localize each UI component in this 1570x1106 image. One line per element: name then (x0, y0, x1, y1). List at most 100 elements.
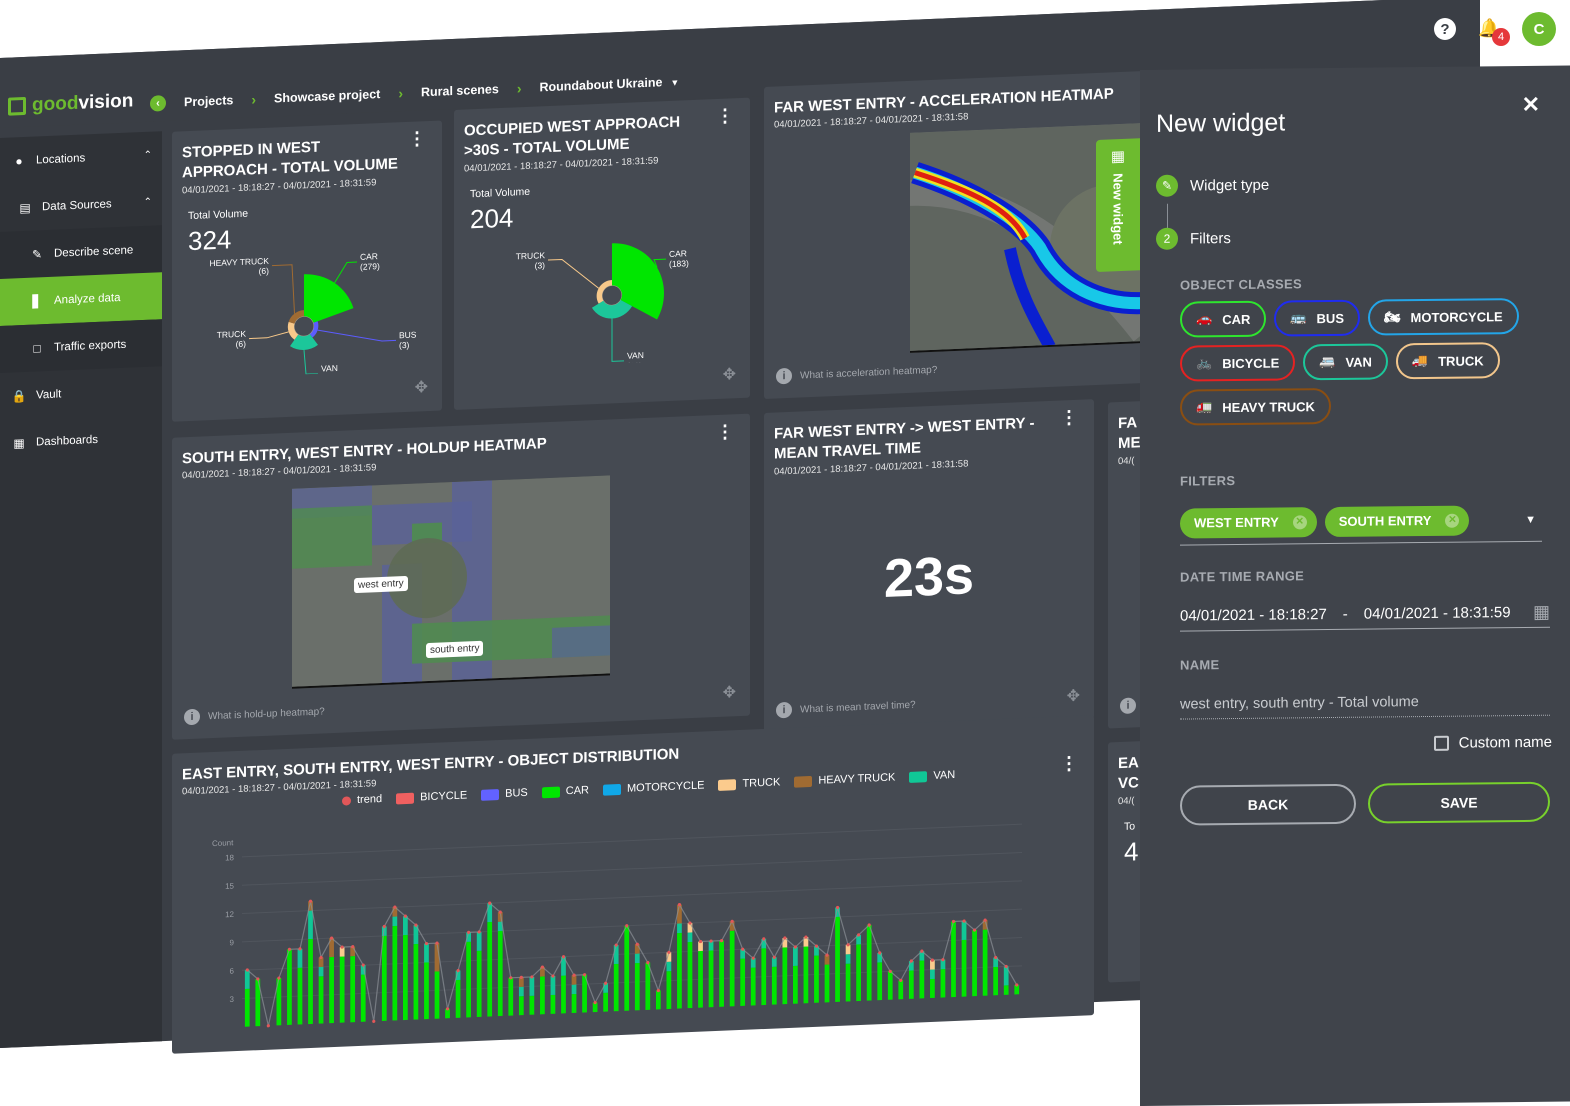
bar-segment-car[interactable] (287, 949, 292, 1025)
move-handle-icon[interactable]: ✥ (1067, 686, 1080, 707)
bar-segment-van[interactable] (845, 954, 851, 964)
holdup-heatmap-help[interactable]: i What is hold-up heatmap? (184, 703, 325, 726)
bar-segment-car[interactable] (424, 962, 429, 1020)
back-button[interactable]: BACK (1180, 783, 1356, 826)
bar-segment-car[interactable] (244, 988, 250, 1027)
legend-item-trend[interactable]: trend (342, 793, 382, 807)
bar-segment-car[interactable] (677, 932, 682, 1009)
more-options-icon[interactable]: ⋮ (716, 421, 734, 442)
bar-segment-car[interactable] (434, 971, 440, 1019)
back-chevron-icon[interactable]: ‹ (150, 95, 166, 112)
trend-point[interactable] (266, 1024, 270, 1028)
bar-segment-car[interactable] (908, 970, 914, 999)
bar-segment-van[interactable] (392, 916, 398, 927)
bar-segment-van[interactable] (403, 916, 408, 936)
bar-segment-car[interactable] (856, 944, 861, 1002)
bar-segment-car[interactable] (666, 971, 672, 1010)
step-filters[interactable]: 2 Filters (1156, 227, 1231, 250)
notifications-button[interactable]: 🔔 4 (1478, 18, 1510, 46)
bar-segment-car[interactable] (687, 941, 693, 1009)
bar-segment-van[interactable] (308, 910, 313, 940)
date-time-range-input[interactable]: 04/01/2021 - 18:18:27 - 04/01/2021 - 18:… (1180, 597, 1550, 632)
object-class-chip-van[interactable]: 🚐 VAN (1303, 343, 1388, 381)
filter-chip-west-entry[interactable]: WEST ENTRY ✕ (1180, 506, 1317, 539)
bar-segment-car[interactable] (824, 964, 830, 1003)
bar-segment-car[interactable] (497, 930, 503, 1017)
bar-segment-car[interactable] (645, 962, 651, 1010)
step-widget-type[interactable]: ✎ Widget type (1156, 174, 1269, 197)
bar-segment-van[interactable] (687, 932, 693, 943)
object-class-chip-motorcycle[interactable]: 🏍 MOTORCYCLE (1368, 298, 1519, 336)
object-class-chip-truck[interactable]: 🚚 TRUCK (1395, 342, 1500, 380)
bar-segment-car[interactable] (845, 963, 851, 1002)
custom-name-checkbox[interactable]: Custom name (1433, 734, 1552, 752)
bar-segment-car[interactable] (329, 956, 334, 1024)
legend-item-bicycle[interactable]: BICYCLE (396, 789, 467, 804)
bar-segment-car[interactable] (708, 950, 714, 1008)
pie-slice-bus[interactable] (309, 321, 319, 338)
bar-segment-car[interactable] (719, 940, 724, 1007)
legend-item-van[interactable]: VAN (909, 769, 955, 783)
checkbox-icon[interactable] (1433, 735, 1449, 751)
bar-segment-car[interactable] (993, 966, 999, 996)
bar-segment-car[interactable] (360, 974, 366, 1022)
bar-segment-van[interactable] (424, 943, 429, 963)
bar-segment-car[interactable] (466, 941, 471, 1018)
bar-segment-van[interactable] (318, 966, 324, 977)
bar-segment-car[interactable] (814, 955, 819, 1003)
bar-segment-van[interactable] (677, 923, 682, 934)
move-handle-icon[interactable]: ✥ (415, 377, 428, 398)
bar-segment-car[interactable] (476, 950, 482, 1018)
bar-segment-car[interactable] (729, 930, 735, 1007)
bar-segment-car[interactable] (835, 916, 840, 1002)
bar-segment-car[interactable] (930, 978, 935, 999)
info-icon[interactable]: i (1120, 697, 1136, 715)
bar-segment-car[interactable] (487, 921, 493, 1017)
bar-segment-car[interactable] (318, 976, 324, 1024)
save-button[interactable]: SAVE (1368, 781, 1550, 824)
sidebar-item-traffic-exports[interactable]: □ Traffic exports (0, 319, 162, 373)
bar-segment-van[interactable] (930, 969, 935, 980)
help-icon[interactable]: ? (1434, 18, 1456, 40)
bar-segment-van[interactable] (487, 903, 493, 923)
bar-segment-car[interactable] (613, 963, 619, 1012)
dropdown-caret-icon[interactable]: ▼ (1525, 513, 1536, 525)
bar-segment-car[interactable] (413, 943, 419, 1020)
bar-segment-van[interactable] (571, 984, 577, 995)
bar-segment-car[interactable] (392, 925, 398, 1021)
bar-segment-car[interactable] (540, 976, 545, 1015)
bar-segment-car[interactable] (508, 977, 514, 1016)
breadcrumb-roundabout-ukraine[interactable]: Roundabout Ukraine ▼ (539, 75, 679, 94)
bar-segment-car[interactable] (339, 956, 345, 1023)
legend-item-motorcycle[interactable]: MOTORCYCLE (603, 779, 704, 796)
breadcrumb-rural-scenes[interactable]: Rural scenes (421, 82, 499, 99)
bar-segment-heavy-truck[interactable] (434, 943, 440, 972)
bar-segment-car[interactable] (803, 946, 809, 1004)
mean-travel-time-help[interactable]: i What is mean travel time? (776, 697, 916, 719)
bar-segment-car[interactable] (793, 965, 798, 1004)
sidebar-item-vault[interactable]: 🔒 Vault (0, 366, 162, 420)
bar-segment-car[interactable] (350, 956, 356, 1023)
bar-segment-car[interactable] (624, 925, 630, 1011)
bar-segment-car[interactable] (961, 939, 967, 997)
widget-name-input[interactable] (1180, 685, 1550, 720)
bar-segment-car[interactable] (740, 958, 746, 1006)
bar-segment-van[interactable] (244, 969, 250, 989)
bar-segment-car[interactable] (750, 967, 756, 1006)
object-class-chip-heavy-truck[interactable]: 🚛 HEAVY TRUCK (1180, 388, 1331, 426)
chevron-up-icon[interactable]: ⌃ (144, 197, 152, 208)
bar-segment-car[interactable] (771, 966, 777, 1005)
user-avatar[interactable]: C (1522, 12, 1556, 46)
bar-segment-van[interactable] (550, 975, 556, 996)
sidebar-item-analyze-data[interactable]: ▋ Analyze data (0, 272, 162, 326)
bar-segment-car[interactable] (761, 948, 767, 1006)
bar-segment-car[interactable] (529, 995, 535, 1015)
bar-segment-car[interactable] (634, 962, 640, 1011)
bar-segment-car[interactable] (603, 992, 609, 1012)
remove-chip-icon[interactable]: ✕ (1445, 513, 1460, 528)
pie-slice-car[interactable] (304, 272, 354, 323)
move-handle-icon[interactable]: ✥ (723, 682, 736, 703)
bar-segment-car[interactable] (919, 960, 925, 999)
bar-segment-car[interactable] (381, 935, 387, 1021)
breadcrumb-showcase-project[interactable]: Showcase project (274, 87, 380, 105)
